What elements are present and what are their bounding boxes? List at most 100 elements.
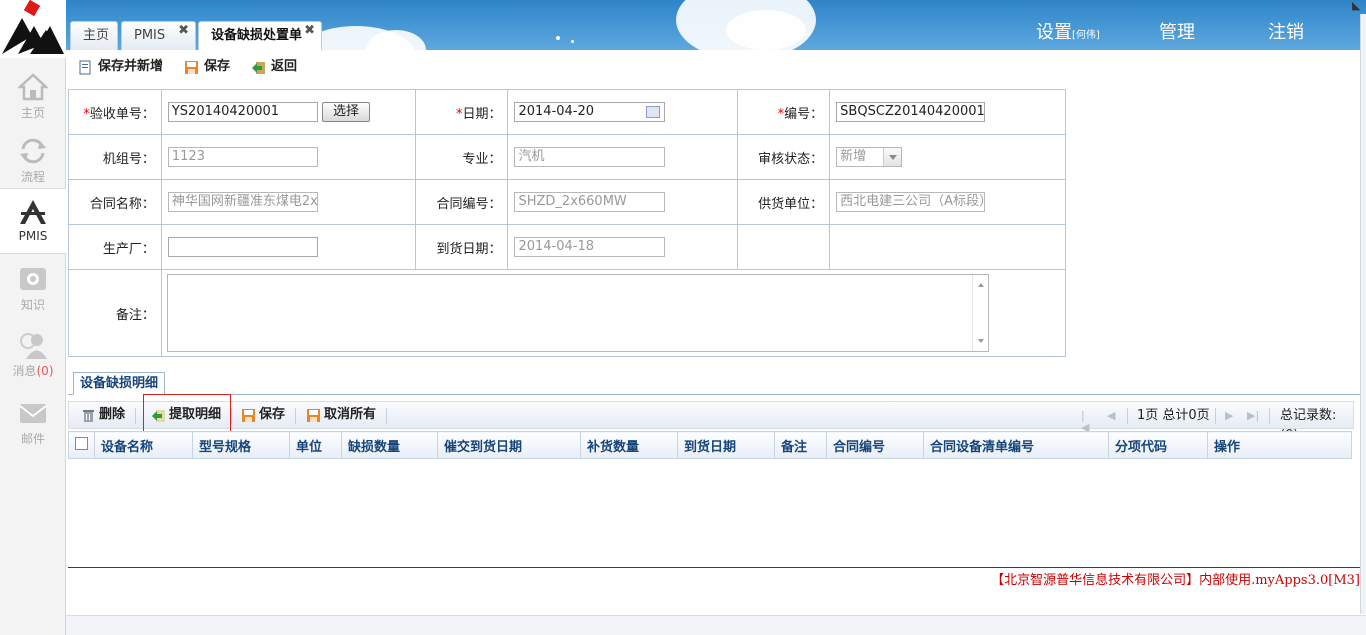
new-document-icon bbox=[79, 60, 91, 75]
sidebar-item-label: 消息 bbox=[12, 364, 37, 378]
sidebar-item-home[interactable]: 主页 bbox=[0, 64, 66, 128]
sidebar-item-label: 邮件 bbox=[20, 432, 45, 446]
arrival-date-label: 到货日期： bbox=[414, 224, 509, 270]
settings-user-hint: [何伟] bbox=[1072, 30, 1100, 41]
column-header[interactable]: 分项代码 bbox=[1108, 431, 1208, 459]
column-header[interactable]: 备注 bbox=[774, 431, 827, 459]
resize-corner-icon[interactable]: ◣ bbox=[1352, 0, 1364, 12]
company-logo-icon bbox=[2, 0, 64, 54]
prev-page-icon[interactable]: ◀ bbox=[1107, 410, 1119, 422]
detail-save-label: 保存 bbox=[259, 407, 286, 422]
column-header[interactable]: 设备名称 bbox=[94, 431, 193, 459]
cancel-all-label: 取消所有 bbox=[324, 407, 377, 422]
cancel-icon bbox=[307, 409, 320, 422]
code-cell: SBQSCZ20140420001 bbox=[829, 89, 1066, 135]
close-icon[interactable]: ✖ bbox=[304, 22, 315, 40]
column-header[interactable]: 缺损数量 bbox=[341, 431, 438, 459]
remark-textarea[interactable] bbox=[166, 274, 989, 352]
remark-cell bbox=[160, 269, 1067, 357]
column-header[interactable]: 合同设备清单编号 bbox=[923, 431, 1109, 459]
tab-label: 主页 bbox=[83, 28, 110, 43]
tab-defect-detail[interactable]: 设备缺损明细 bbox=[73, 372, 166, 395]
first-page-icon[interactable]: |◀ bbox=[1081, 410, 1093, 434]
logout-link[interactable]: 注销 bbox=[1268, 18, 1304, 44]
last-page-icon[interactable]: ▶| bbox=[1247, 410, 1259, 422]
tab-defect-disposal[interactable]: 设备缺损处置单 ✖ bbox=[198, 21, 322, 50]
supplier-field[interactable]: 西北电建三公司（A标段） bbox=[836, 192, 986, 212]
detail-tab-bar: 设备缺损明细 bbox=[68, 372, 1360, 395]
sidebar-item-label: PMIS bbox=[18, 229, 48, 243]
sidebar-item-workflow[interactable]: 流程 bbox=[0, 128, 66, 192]
detail-toolbar: 删除 提取明细 保存 取消所有 |◀ ◀ 1页 总计0页 ▶ ▶| 总记录数:(… bbox=[68, 401, 1354, 443]
message-count: (0) bbox=[36, 364, 54, 378]
sidebar-item-label: 主页 bbox=[20, 106, 45, 120]
checkbox-icon bbox=[75, 436, 88, 450]
code-field[interactable]: SBQSCZ20140420001 bbox=[836, 102, 986, 122]
column-header[interactable]: 操作 bbox=[1207, 431, 1352, 459]
contract-name-field[interactable]: 神华国网新疆准东煤电2x bbox=[167, 192, 318, 212]
column-header[interactable]: 到货日期 bbox=[677, 431, 775, 459]
acceptance-no-field[interactable]: YS20140420001 bbox=[167, 102, 318, 122]
cancel-all-button[interactable]: 取消所有 bbox=[306, 406, 376, 426]
settings-label: 设置 bbox=[1036, 22, 1072, 43]
column-header[interactable]: 合同编号 bbox=[826, 431, 924, 459]
page-info: 1页 总计0页 bbox=[1137, 408, 1210, 423]
acceptance-no-cell: YS20140420001 选择 bbox=[160, 89, 416, 135]
manufacturer-label: 生产厂： bbox=[68, 224, 162, 270]
delete-label: 删除 bbox=[99, 407, 126, 422]
grid-bottom-divider bbox=[68, 567, 1360, 568]
highlight-box bbox=[143, 394, 231, 435]
next-page-icon[interactable]: ▶ bbox=[1225, 410, 1237, 422]
remark-scrollbar[interactable] bbox=[971, 275, 988, 351]
arrival-date-field[interactable]: 2014-04-18 bbox=[514, 237, 666, 257]
column-header[interactable]: 型号规格 bbox=[192, 431, 290, 459]
column-header[interactable]: 催交到货日期 bbox=[437, 431, 581, 459]
settings-link[interactable]: 设置[何伟] bbox=[1036, 18, 1100, 44]
column-header[interactable]: 补货数量 bbox=[580, 431, 678, 459]
calendar-icon[interactable] bbox=[646, 106, 661, 118]
save-icon bbox=[185, 61, 198, 74]
save-button[interactable]: 保存 bbox=[184, 58, 230, 78]
page-scrollbar[interactable] bbox=[1360, 14, 1366, 614]
select-all-checkbox[interactable] bbox=[68, 431, 95, 459]
supplier-label: 供货单位： bbox=[737, 179, 831, 225]
column-header[interactable]: 单位 bbox=[289, 431, 342, 459]
sidebar-item-knowledge[interactable]: 知识 bbox=[0, 256, 66, 320]
select-button[interactable]: 选择 bbox=[322, 102, 371, 122]
delete-button[interactable]: 删除 bbox=[81, 406, 125, 426]
manage-link[interactable]: 管理 bbox=[1159, 18, 1195, 44]
sidebar-item-mail[interactable]: 邮件 bbox=[0, 390, 66, 454]
pmis-icon bbox=[20, 200, 46, 224]
audit-status-select[interactable]: 新增 bbox=[836, 147, 903, 167]
scroll-arrows-icon bbox=[977, 283, 984, 343]
contract-name-label: 合同名称： bbox=[68, 179, 162, 225]
detail-save-button[interactable]: 保存 bbox=[241, 406, 285, 426]
message-icon bbox=[20, 333, 47, 359]
back-icon bbox=[252, 62, 265, 74]
contract-no-field[interactable]: SHZD_2x660MW bbox=[514, 192, 666, 212]
specialty-field[interactable]: 汽机 bbox=[514, 147, 666, 167]
home-icon bbox=[18, 73, 48, 101]
close-icon[interactable]: ✖ bbox=[178, 22, 189, 40]
knowledge-icon bbox=[20, 268, 46, 290]
back-label: 返回 bbox=[271, 59, 298, 74]
header-bar: 主页 PMIS ✖ 设备缺损处置单 ✖ 设置[何伟] 管理 注销 bbox=[66, 0, 1366, 50]
sidebar: 主页 流程 PMIS 知识 消息(0) 邮件 bbox=[0, 0, 66, 635]
unit-no-field[interactable]: 1123 bbox=[167, 147, 318, 167]
audit-status-label: 审核状态： bbox=[737, 134, 831, 180]
specialty-label: 专业： bbox=[414, 134, 509, 180]
sidebar-item-message[interactable]: 消息(0) bbox=[0, 322, 66, 386]
back-button[interactable]: 返回 bbox=[251, 58, 297, 78]
save-icon bbox=[242, 409, 255, 422]
sidebar-item-pmis[interactable]: PMIS bbox=[0, 188, 66, 254]
date-field[interactable]: 2014-04-20 bbox=[514, 102, 666, 122]
date-label: *日期： bbox=[414, 89, 509, 135]
defect-disposal-form: *验收单号： YS20140420001 选择 *日期： 2014-04-20 … bbox=[68, 89, 1067, 357]
tab-home[interactable]: 主页 bbox=[70, 21, 118, 50]
tab-pmis[interactable]: PMIS ✖ bbox=[121, 21, 196, 50]
save-label: 保存 bbox=[204, 59, 231, 74]
tab-label: 设备缺损处置单 bbox=[211, 28, 303, 43]
save-new-button[interactable]: 保存并新增 bbox=[78, 58, 163, 78]
logo bbox=[0, 0, 66, 58]
manufacturer-field[interactable] bbox=[167, 237, 318, 257]
